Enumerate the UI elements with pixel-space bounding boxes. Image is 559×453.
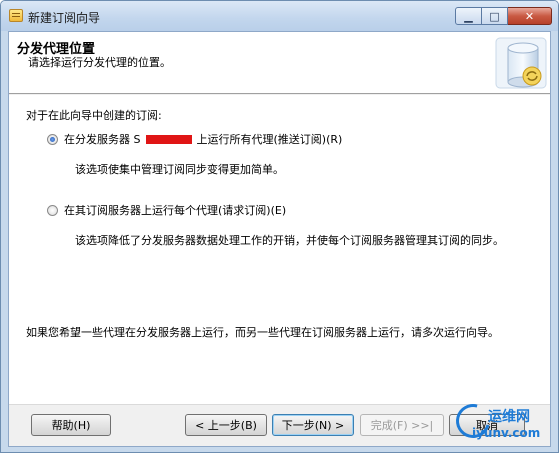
push-option-label-suffix: 上运行所有代理(推送订阅)(R) <box>196 133 343 146</box>
title-bar[interactable]: 新建订阅向导 ▁ □ ✕ <box>1 1 558 31</box>
push-option-label-prefix: 在分发服务器 S <box>64 133 141 146</box>
maximize-button[interactable]: □ <box>482 7 508 25</box>
push-option-description: 该选项使集中管理订阅同步变得更加简单。 <box>75 163 284 176</box>
wizard-header: 分发代理位置 请选择运行分发代理的位置。 <box>9 32 550 94</box>
window-controls: ▁ □ ✕ <box>455 7 552 25</box>
prompt-text: 对于在此向导中创建的订阅: <box>26 109 162 122</box>
finish-button[interactable]: 完成(F) >>| <box>360 414 444 436</box>
back-button[interactable]: < 上一步(B) <box>185 414 267 436</box>
footnote-text: 如果您希望一些代理在分发服务器上运行，而另一些代理在订阅服务器上运行，请多次运行… <box>26 326 499 339</box>
wizard-body: 对于在此向导中创建的订阅: 在分发服务器 S 上运行所有代理(推送订阅)(R) … <box>9 95 550 404</box>
next-button[interactable]: 下一步(N) > <box>272 414 354 436</box>
minimize-button[interactable]: ▁ <box>455 7 482 25</box>
watermark-en-text: iyunv.com <box>472 426 541 440</box>
page-subtitle: 请选择运行分发代理的位置。 <box>28 56 171 69</box>
push-radio[interactable] <box>47 133 58 145</box>
pull-option-label: 在其订阅服务器上运行每个代理(请求订阅)(E) <box>64 204 287 217</box>
watermark-cn-text: 运维网 <box>488 409 530 425</box>
wizard-window: 新建订阅向导 ▁ □ ✕ 分发代理位置 请选择运行分发代理的位置。 对于在此向导… <box>0 0 559 453</box>
close-button[interactable]: ✕ <box>508 7 552 25</box>
pull-radio[interactable] <box>47 204 58 216</box>
database-wizard-icon <box>495 37 547 89</box>
help-button[interactable]: 帮助(H) <box>31 414 111 436</box>
wizard-client-area: 分发代理位置 请选择运行分发代理的位置。 对于在此向导中创建的订阅: 在分发服务… <box>8 31 551 447</box>
pull-option-description: 该选项降低了分发服务器数据处理工作的开销，并使每个订阅服务器管理其订阅的同步。 <box>75 234 504 247</box>
window-title: 新建订阅向导 <box>28 11 101 25</box>
pull-subscription-option[interactable]: 在其订阅服务器上运行每个代理(请求订阅)(E) <box>47 202 286 218</box>
push-subscription-option[interactable]: 在分发服务器 S 上运行所有代理(推送订阅)(R) <box>47 131 342 147</box>
app-icon <box>9 9 23 22</box>
redacted-server-name <box>146 134 193 144</box>
site-watermark: 运维网 iyunv.com <box>438 397 556 448</box>
